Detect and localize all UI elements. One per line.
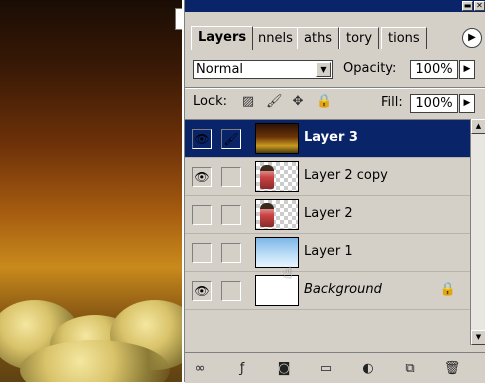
layer-row[interactable]: 👁 Background 🔒 <box>185 272 470 310</box>
canvas-tab-handle <box>175 8 182 30</box>
new-layer-icon[interactable]: ⧉ <box>401 360 419 378</box>
figure-image <box>260 165 274 189</box>
tab-channels[interactable]: nnels <box>251 27 300 49</box>
fill-label: Fill: <box>381 95 403 110</box>
new-adjustment-layer-icon[interactable]: ◐ <box>359 360 377 378</box>
layer-name: Layer 1 <box>304 244 353 259</box>
figure-image <box>260 203 274 227</box>
scroll-down-icon[interactable]: ▼ <box>471 330 485 345</box>
lock-label: Lock: <box>193 94 228 109</box>
opacity-label: Opacity: <box>343 61 397 76</box>
palette-titlebar[interactable]: ▬ ✕ <box>185 0 485 12</box>
lock-position-icon[interactable]: ✥ <box>290 94 306 110</box>
eye-icon[interactable]: 👁 <box>192 129 212 149</box>
scroll-up-icon[interactable]: ▲ <box>471 119 485 134</box>
opacity-input[interactable]: 100% <box>410 60 458 79</box>
layer-name: Background <box>304 282 382 297</box>
palette-tabs: Layers nnels aths tory tions ▶ <box>185 12 485 50</box>
blend-mode-value: Normal <box>196 62 244 77</box>
tab-actions[interactable]: tions <box>381 27 427 49</box>
hand-cursor-icon: ☝ <box>283 263 293 282</box>
layer-name: Layer 3 <box>304 130 358 145</box>
layers-bottom-toolbar: ∞ ƒ ◙ ▭ ◐ ⧉ 🗑 <box>185 352 485 383</box>
visibility-toggle[interactable] <box>192 243 212 263</box>
opacity-slider-arrow-icon[interactable]: ▶ <box>459 60 475 79</box>
layer-name: Layer 2 copy <box>304 168 388 183</box>
link-layers-icon[interactable]: ∞ <box>191 360 209 378</box>
divider <box>185 87 485 89</box>
close-button[interactable]: ✕ <box>474 1 485 11</box>
tab-layers[interactable]: Layers <box>191 26 254 50</box>
layers-scrollbar[interactable]: ▲ ▼ <box>470 119 485 345</box>
trash-icon[interactable]: 🗑 <box>443 360 461 378</box>
chevron-down-icon[interactable]: ▼ <box>316 62 331 77</box>
eye-icon[interactable]: 👁 <box>192 281 212 301</box>
lock-transparency-icon[interactable]: ▨ <box>240 94 256 110</box>
layers-list: 👁 🖌 Layer 3 👁 Layer 2 copy Layer 2 Layer… <box>185 119 470 346</box>
add-layer-style-icon[interactable]: ƒ <box>233 360 251 378</box>
layer-name: Layer 2 <box>304 206 353 221</box>
tab-history[interactable]: tory <box>339 27 380 49</box>
layer-thumbnail <box>255 123 299 154</box>
link-toggle[interactable] <box>221 281 241 301</box>
visibility-toggle[interactable] <box>192 205 212 225</box>
brush-icon[interactable]: 🖌 <box>221 129 241 149</box>
layer-row[interactable]: Layer 2 <box>185 196 470 234</box>
eye-icon[interactable]: 👁 <box>192 167 212 187</box>
fill-input[interactable]: 100% <box>410 94 458 113</box>
link-toggle[interactable] <box>221 167 241 187</box>
lock-all-icon[interactable]: 🔒 <box>316 94 332 110</box>
blend-mode-select[interactable]: Normal ▼ <box>193 60 333 79</box>
lock-image-icon[interactable]: 🖌 <box>266 94 283 110</box>
fill-slider-arrow-icon[interactable]: ▶ <box>459 94 475 113</box>
document-canvas[interactable] <box>0 0 182 382</box>
link-toggle[interactable] <box>221 243 241 263</box>
minimize-button[interactable]: ▬ <box>462 1 473 11</box>
layer-thumbnail <box>255 161 299 192</box>
layer-thumbnail <box>255 199 299 230</box>
link-toggle[interactable] <box>221 205 241 225</box>
layer-row[interactable]: 👁 Layer 2 copy <box>185 158 470 196</box>
new-group-icon[interactable]: ▭ <box>317 360 335 378</box>
layers-palette: ▬ ✕ Layers nnels aths tory tions ▶ Norma… <box>184 0 485 383</box>
lock-icon: 🔒 <box>439 282 456 297</box>
palette-menu-icon[interactable]: ▶ <box>462 28 482 48</box>
add-mask-icon[interactable]: ◙ <box>275 360 293 378</box>
layer-row[interactable]: Layer 1 <box>185 234 470 272</box>
layer-row[interactable]: 👁 🖌 Layer 3 <box>185 120 470 158</box>
tab-paths[interactable]: aths <box>297 27 340 49</box>
